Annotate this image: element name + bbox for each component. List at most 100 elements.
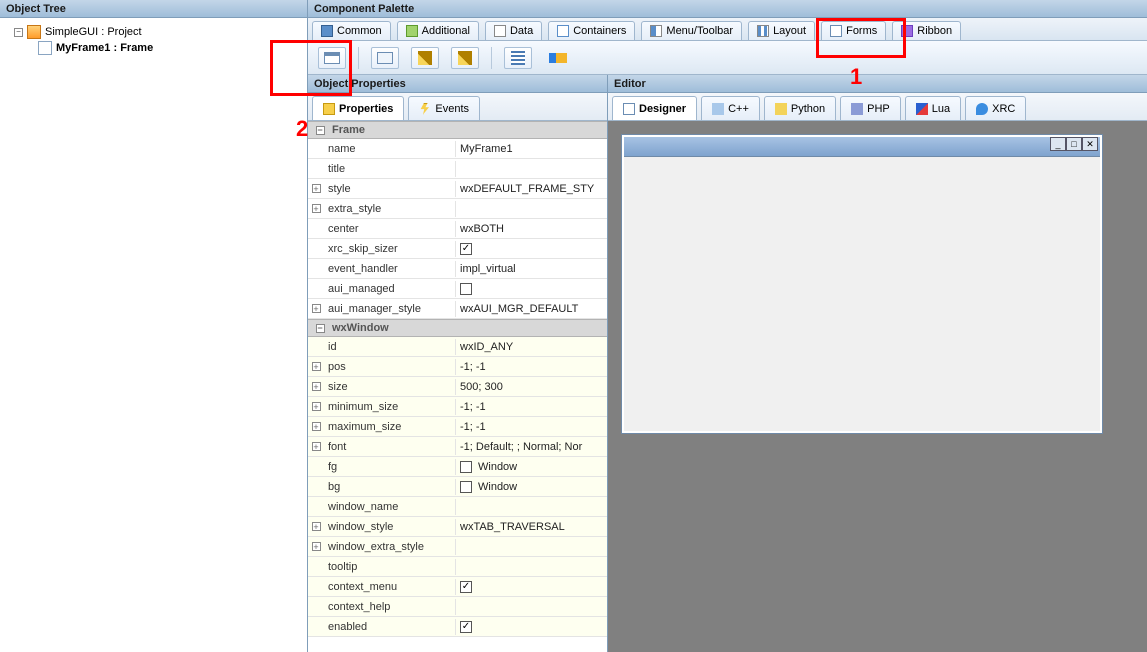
tab-data[interactable]: Data (485, 21, 542, 40)
prop-extra-style[interactable]: +extra_style (308, 199, 607, 219)
tab-additional[interactable]: Additional (397, 21, 479, 40)
prop-event-handler[interactable]: event_handlerimpl_virtual (308, 259, 607, 279)
maximize-icon[interactable]: □ (1066, 137, 1082, 151)
bg-checkbox[interactable] (460, 481, 472, 493)
close-icon[interactable]: ✕ (1082, 137, 1098, 151)
tab-events[interactable]: Events (408, 96, 480, 120)
design-frame[interactable]: _ □ ✕ (622, 135, 1102, 433)
frame-icon (38, 41, 52, 55)
tab-forms[interactable]: Forms (821, 21, 886, 40)
tool-grid-button[interactable] (504, 47, 532, 69)
prop-tooltip[interactable]: tooltip (308, 557, 607, 577)
prop-aui-manager-style[interactable]: +aui_manager_stylewxAUI_MGR_DEFAULT (308, 299, 607, 319)
enabled-checkbox[interactable] (460, 621, 472, 633)
section-frame[interactable]: −Frame (308, 121, 607, 139)
prop-window-extra-style[interactable]: +window_extra_style (308, 537, 607, 557)
prop-center[interactable]: centerwxBOTH (308, 219, 607, 239)
editor-header: Editor (608, 75, 1147, 93)
tab-ribbon[interactable]: Ribbon (892, 21, 961, 40)
object-tree-header: Object Tree (0, 0, 307, 18)
prop-pos[interactable]: +pos-1; -1 (308, 357, 607, 377)
tab-data-label: Data (510, 25, 533, 37)
tab-forms-label: Forms (846, 25, 877, 37)
prop-minimum-size[interactable]: +minimum_size-1; -1 (308, 397, 607, 417)
prop-bg[interactable]: bgWindow (308, 477, 607, 497)
tool-wand1-button[interactable] (411, 47, 439, 69)
prop-enabled[interactable]: enabled (308, 617, 607, 637)
tab-containers[interactable]: Containers (548, 21, 635, 40)
tab-containers-label: Containers (573, 25, 626, 37)
tab-python[interactable]: Python (764, 96, 836, 120)
cpp-icon (712, 103, 724, 115)
prop-style[interactable]: +stylewxDEFAULT_FRAME_STY (308, 179, 607, 199)
prop-aui-managed[interactable]: aui_managed (308, 279, 607, 299)
tree-child-row[interactable]: MyFrame1 : Frame (4, 40, 303, 56)
grid-icon (511, 51, 525, 65)
tree-root-row[interactable]: − SimpleGUI : Project (4, 24, 303, 40)
events-icon (419, 103, 431, 115)
containers-icon (557, 25, 569, 37)
tab-additional-label: Additional (422, 25, 470, 37)
tab-xrc[interactable]: XRC (965, 96, 1026, 120)
project-icon (27, 25, 41, 39)
prop-id[interactable]: idwxID_ANY (308, 337, 607, 357)
wand-icon (418, 51, 432, 65)
prop-context-help[interactable]: context_help (308, 597, 607, 617)
ribbon-icon (901, 25, 913, 37)
tab-properties[interactable]: Properties (312, 96, 404, 120)
aui-managed-checkbox[interactable] (460, 283, 472, 295)
mix-icon (549, 53, 567, 63)
tab-designer[interactable]: Designer (612, 96, 697, 120)
object-tree[interactable]: − SimpleGUI : Project MyFrame1 : Frame (0, 18, 307, 652)
menu-icon (650, 25, 662, 37)
tool-frame-button[interactable] (318, 47, 346, 69)
python-icon (775, 103, 787, 115)
tab-php[interactable]: PHP (840, 96, 901, 120)
common-icon (321, 25, 333, 37)
tab-cpp[interactable]: C++ (701, 96, 760, 120)
tab-layout[interactable]: Layout (748, 21, 815, 40)
object-properties-header: Object Properties (308, 75, 607, 93)
prop-size[interactable]: +size500; 300 (308, 377, 607, 397)
designer-icon (623, 103, 635, 115)
xrc-skip-sizer-checkbox[interactable] (460, 243, 472, 255)
prop-window-style[interactable]: +window_stylewxTAB_TRAVERSAL (308, 517, 607, 537)
tree-root-label: SimpleGUI : Project (45, 26, 142, 38)
designer-canvas[interactable]: _ □ ✕ (608, 121, 1147, 652)
annotation-label-2: 2 (296, 116, 308, 142)
tab-layout-label: Layout (773, 25, 806, 37)
prop-fg[interactable]: fgWindow (308, 457, 607, 477)
layout-icon (757, 25, 769, 37)
prop-context-menu[interactable]: context_menu (308, 577, 607, 597)
design-titlebar[interactable] (624, 137, 1100, 157)
section-wxwindow[interactable]: −wxWindow (308, 319, 607, 337)
tab-common[interactable]: Common (312, 21, 391, 40)
context-menu-checkbox[interactable] (460, 581, 472, 593)
property-grid[interactable]: −Frame nameMyFrame1 title +stylewxDEFAUL… (308, 121, 607, 652)
tab-python-label: Python (791, 103, 825, 115)
tab-menutoolbar[interactable]: Menu/Toolbar (641, 21, 742, 40)
tab-ribbon-label: Ribbon (917, 25, 952, 37)
prop-window-name[interactable]: window_name (308, 497, 607, 517)
tree-expand-icon[interactable]: − (14, 28, 23, 37)
prop-font[interactable]: +font-1; Default; ; Normal; Nor (308, 437, 607, 457)
tool-wand2-button[interactable] (451, 47, 479, 69)
prop-name[interactable]: nameMyFrame1 (308, 139, 607, 159)
prop-xrc-skip-sizer[interactable]: xrc_skip_sizer (308, 239, 607, 259)
palette-tabs: Common Additional Data Containers Menu/T… (308, 18, 1147, 41)
tab-lua[interactable]: Lua (905, 96, 961, 120)
additional-icon (406, 25, 418, 37)
xrc-icon (976, 103, 988, 115)
tab-lua-label: Lua (932, 103, 950, 115)
tool-mix-button[interactable] (544, 47, 572, 69)
fg-checkbox[interactable] (460, 461, 472, 473)
wand2-icon (458, 51, 472, 65)
php-icon (851, 103, 863, 115)
component-palette-header: Component Palette (308, 0, 1147, 18)
minimize-icon[interactable]: _ (1050, 137, 1066, 151)
toolbar-separator (358, 47, 359, 69)
prop-title[interactable]: title (308, 159, 607, 179)
tool-dialog-button[interactable] (371, 47, 399, 69)
tab-designer-label: Designer (639, 103, 686, 115)
prop-maximum-size[interactable]: +maximum_size-1; -1 (308, 417, 607, 437)
